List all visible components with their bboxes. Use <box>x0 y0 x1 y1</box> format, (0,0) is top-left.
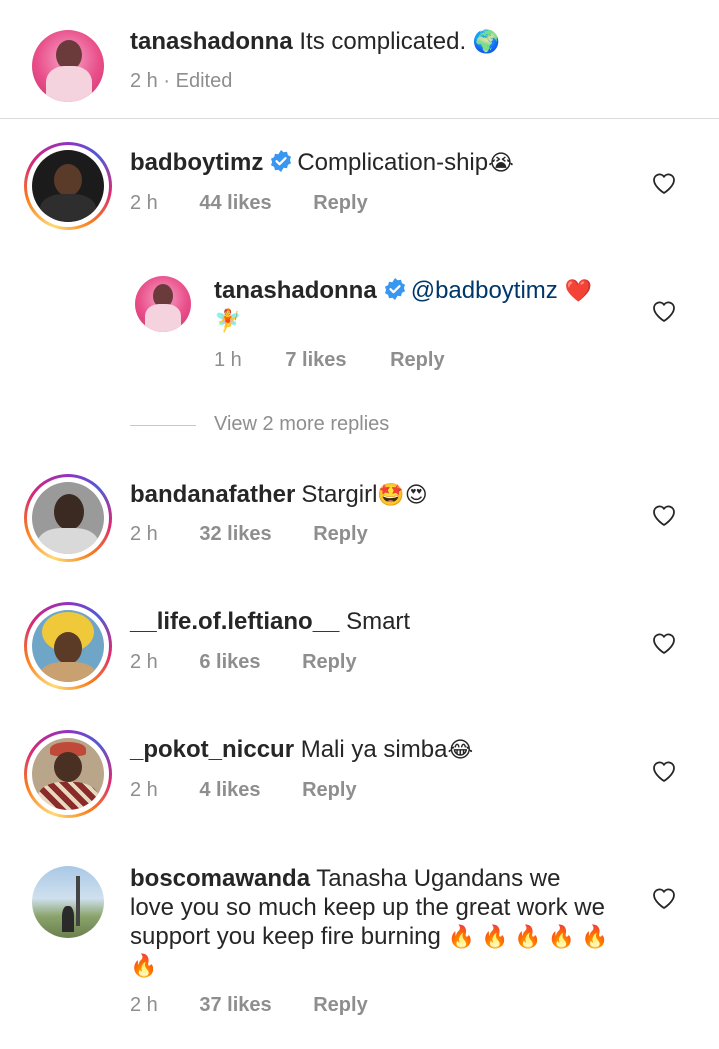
avatar-pokot-niccur[interactable] <box>32 738 104 810</box>
caption-text: Its complicated. <box>299 28 467 55</box>
comment-line: __life.of.leftiano__ Smart <box>130 607 410 637</box>
heart-icon[interactable] <box>651 171 677 195</box>
comment-line: bandanafather Stargirl🤩😍 <box>130 480 428 511</box>
reply-username[interactable]: tanashadonna <box>214 277 377 304</box>
comment-time: 2 h <box>130 523 158 545</box>
reply-button[interactable]: Reply <box>313 192 367 214</box>
comment-line: support you keep fire burning 🔥🔥🔥🔥🔥 <box>130 922 615 953</box>
likes-count[interactable]: 44 likes <box>199 192 271 214</box>
heart-icon[interactable] <box>651 759 677 783</box>
fire-emoji: 🔥 <box>130 954 158 979</box>
comment-text-line3: support you keep fire burning <box>130 923 441 950</box>
comment-line: love you so much keep up the great work … <box>130 893 605 923</box>
comment-text-line2: love you so much keep up the great work … <box>130 894 605 921</box>
reply-mention[interactable]: @badboytimz <box>411 277 558 304</box>
caption-meta: 2 h · Edited <box>130 70 232 93</box>
reply-line: tanashadonna @badboytimz ❤️ <box>214 276 592 307</box>
comment-line: boscomawanda Tanasha Ugandans we <box>130 864 560 894</box>
reply-button[interactable]: Reply <box>302 779 356 801</box>
heart-icon[interactable] <box>651 886 677 910</box>
comment-line: _pokot_niccur Mali ya simba😂 <box>130 735 473 766</box>
avatar-bandanafather[interactable] <box>32 482 104 554</box>
comment-time: 2 h <box>130 994 158 1016</box>
avatar-badboytimz[interactable] <box>32 150 104 222</box>
caption-username[interactable]: tanashadonna <box>130 28 293 55</box>
globe-emoji: 🌍 <box>472 30 501 55</box>
comment-username[interactable]: badboytimz <box>130 149 263 176</box>
comment-meta: 2 h 44 likes Reply <box>130 192 368 215</box>
view-more-line <box>130 425 196 426</box>
likes-count[interactable]: 6 likes <box>199 651 260 673</box>
comment-meta: 2 h 32 likes Reply <box>130 523 368 546</box>
caption-separator: · <box>163 70 171 92</box>
heart-icon[interactable] <box>651 503 677 527</box>
comment-meta: 2 h 4 likes Reply <box>130 779 357 802</box>
reply-button[interactable]: Reply <box>302 651 356 673</box>
comment-time: 2 h <box>130 192 158 214</box>
caption-line: tanashadonna Its complicated. 🌍 <box>130 27 500 58</box>
comment-line: badboytimz Complication-ship😭 <box>130 148 514 179</box>
avatar-life-of-leftiano[interactable] <box>32 610 104 682</box>
avatar-tanashadonna[interactable] <box>32 30 104 102</box>
comment-username[interactable]: _pokot_niccur <box>130 736 294 763</box>
reply-line-2: 🧚 <box>214 306 241 337</box>
laughing-emoji: 😂 <box>447 738 474 763</box>
comment-username[interactable]: __life.of.leftiano__ <box>130 608 339 635</box>
reply-meta: 1 h 7 likes Reply <box>214 349 445 372</box>
reply-button[interactable]: Reply <box>390 349 444 371</box>
avatar-boscomawanda[interactable] <box>32 866 104 938</box>
comment-meta: 2 h 37 likes Reply <box>130 994 368 1017</box>
likes-count[interactable]: 7 likes <box>285 349 346 371</box>
reply-time: 1 h <box>214 349 242 371</box>
comment-text: Mali ya simba <box>300 736 448 763</box>
comment-time: 2 h <box>130 651 158 673</box>
comment-meta: 2 h 6 likes Reply <box>130 651 357 674</box>
comment-text: Stargirl <box>301 481 378 508</box>
comment-time: 2 h <box>130 779 158 801</box>
likes-count[interactable]: 32 likes <box>199 523 271 545</box>
verified-badge-icon <box>271 150 292 172</box>
caption-time: 2 h <box>130 70 158 92</box>
heart-icon[interactable] <box>651 299 677 323</box>
view-more-replies[interactable]: View 2 more replies <box>214 413 389 436</box>
comment-text-line1: Tanasha Ugandans we <box>316 865 561 892</box>
comment-username[interactable]: bandanafather <box>130 481 295 508</box>
comment-text: Complication-ship <box>297 149 489 176</box>
caption-edited: Edited <box>175 70 233 92</box>
starstruck-emoji: 🤩😍 <box>377 483 428 508</box>
comment-username[interactable]: boscomawanda <box>130 865 310 892</box>
comment-text: Smart <box>346 608 411 635</box>
verified-badge-icon <box>384 278 405 300</box>
fairy-emoji: 🧚 <box>214 309 242 334</box>
fire-emoji: 🔥🔥🔥🔥🔥 <box>447 925 615 950</box>
comment-line: 🔥 <box>130 951 157 982</box>
likes-count[interactable]: 4 likes <box>199 779 260 801</box>
reply-button[interactable]: Reply <box>313 994 367 1016</box>
heart-icon[interactable] <box>651 631 677 655</box>
crying-emoji: 😭 <box>488 151 514 176</box>
reply-button[interactable]: Reply <box>313 523 367 545</box>
heart-emoji: ❤️ <box>564 279 592 304</box>
avatar-tanashadonna-reply[interactable] <box>135 276 191 332</box>
caption-divider <box>0 118 719 119</box>
likes-count[interactable]: 37 likes <box>199 994 271 1016</box>
